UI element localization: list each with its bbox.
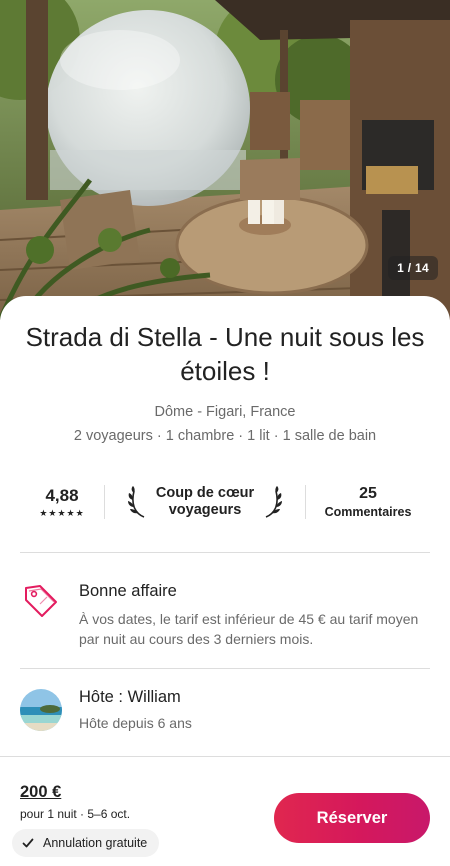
reserve-button[interactable]: Réserver — [274, 793, 430, 843]
host-avatar-image — [20, 688, 62, 731]
deal-title: Bonne affaire — [79, 582, 177, 600]
check-icon — [22, 838, 34, 848]
reviews-label: Commentaires — [324, 505, 412, 519]
rating-value: 4,88 — [45, 485, 79, 505]
listing-title: Strada di Stella - Une nuit sous les éto… — [25, 322, 425, 386]
free-cancellation-badge: Annulation gratuite — [12, 829, 160, 857]
listing-subtitle: Dôme - Figari, France — [154, 404, 296, 420]
deal-description: À vos dates, le tarif est inférieur de 4… — [79, 611, 419, 647]
booking-footer: 200 € pour 1 nuit · 5–6 oct. Annulation … — [0, 756, 450, 866]
laurel-left-icon — [127, 486, 145, 518]
host-section[interactable]: Hôte : William Hôte depuis 6 ans — [20, 688, 430, 731]
reviews-stat[interactable]: 25 Commentaires — [306, 485, 430, 519]
price-detail: pour 1 nuit · 5–6 oct. — [20, 807, 131, 821]
good-deal-section: Bonne affaire À vos dates, le tarif est … — [20, 582, 430, 649]
reviews-count: 25 — [359, 485, 377, 502]
guest-favorite-label: Coup de cœur voyageurs — [156, 485, 254, 519]
host-avatar[interactable] — [20, 688, 62, 731]
guest-favorite-badge: Coup de cœur voyageurs — [105, 485, 305, 519]
section-divider — [20, 552, 430, 553]
stats-bar[interactable]: 4,88 ★★★★★ Coup de cœur voyageurs 25 Com… — [20, 480, 430, 524]
listing-photo[interactable]: 1 / 14 — [0, 0, 450, 320]
host-since: Hôte depuis 6 ans — [79, 715, 192, 731]
price-tag-icon — [25, 585, 57, 617]
free-cancellation-label: Annulation gratuite — [43, 836, 148, 850]
rating-stat: 4,88 ★★★★★ — [20, 486, 104, 519]
host-name: Hôte : William — [79, 688, 181, 706]
star-rating-icon: ★★★★★ — [39, 507, 85, 518]
glamping-dome-photo — [0, 0, 450, 320]
favorite-line-1: Coup de cœur — [155, 485, 255, 501]
section-divider — [20, 668, 430, 669]
favorite-line-2: voyageurs — [168, 502, 242, 518]
laurel-right-icon — [265, 486, 283, 518]
price-total[interactable]: 200 € — [20, 783, 61, 802]
listing-details: 2 voyageurs · 1 chambre · 1 lit · 1 sall… — [73, 428, 377, 444]
photo-counter: 1 / 14 — [388, 256, 438, 280]
